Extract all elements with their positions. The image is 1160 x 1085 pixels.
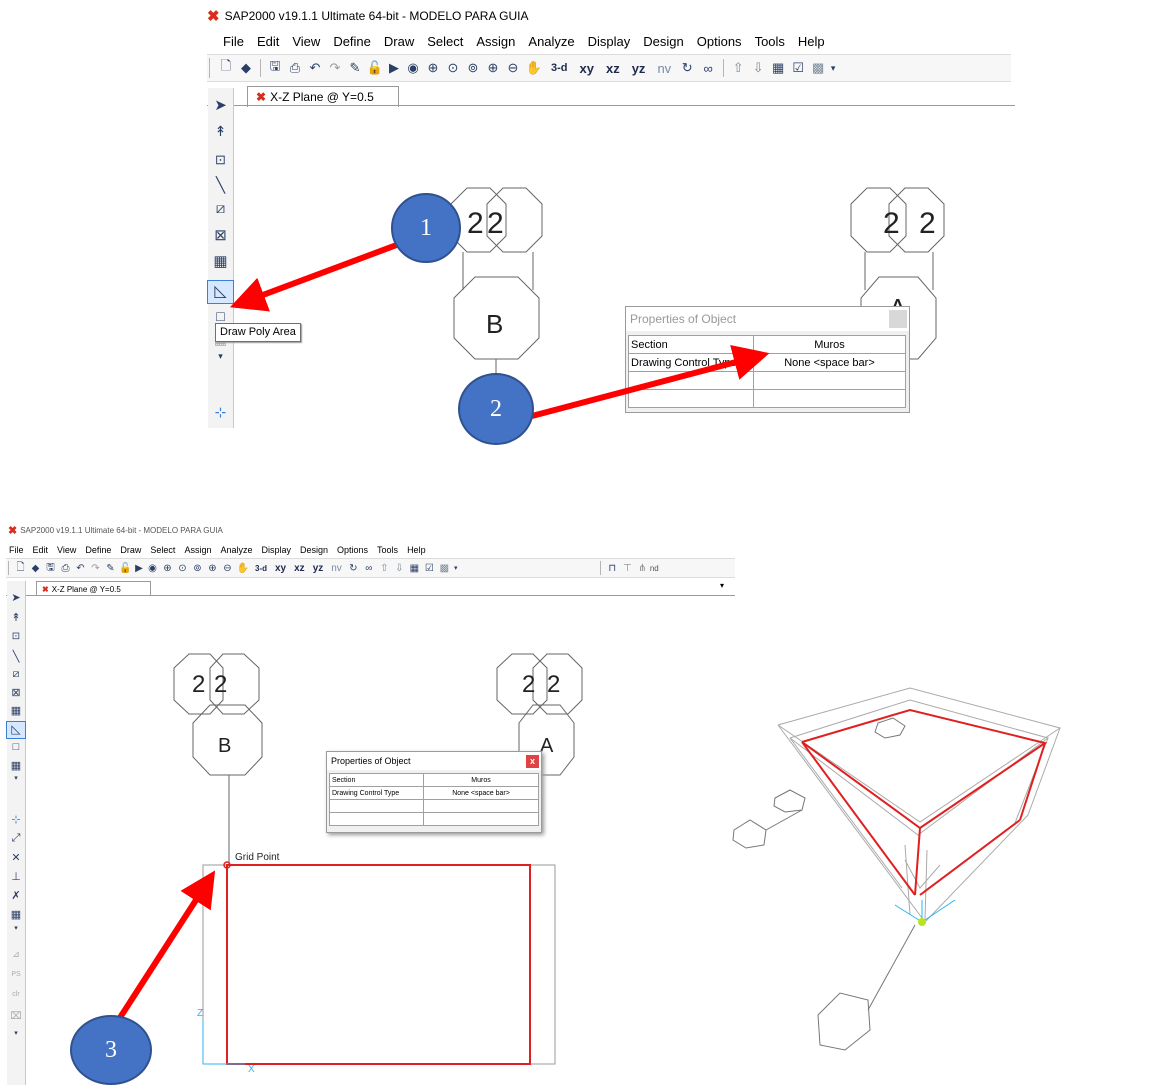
callout-number: 1 xyxy=(420,214,432,241)
callout-2: 2 xyxy=(458,373,534,445)
arrow-3 xyxy=(109,870,216,1032)
arrow-1 xyxy=(229,237,412,312)
arrow-2 xyxy=(531,344,770,419)
annotation-arrows xyxy=(109,237,770,1032)
callout-3: 3 xyxy=(70,1015,152,1085)
callout-number: 3 xyxy=(105,1036,117,1063)
callout-number: 2 xyxy=(490,395,502,422)
callout-1: 1 xyxy=(391,193,461,263)
